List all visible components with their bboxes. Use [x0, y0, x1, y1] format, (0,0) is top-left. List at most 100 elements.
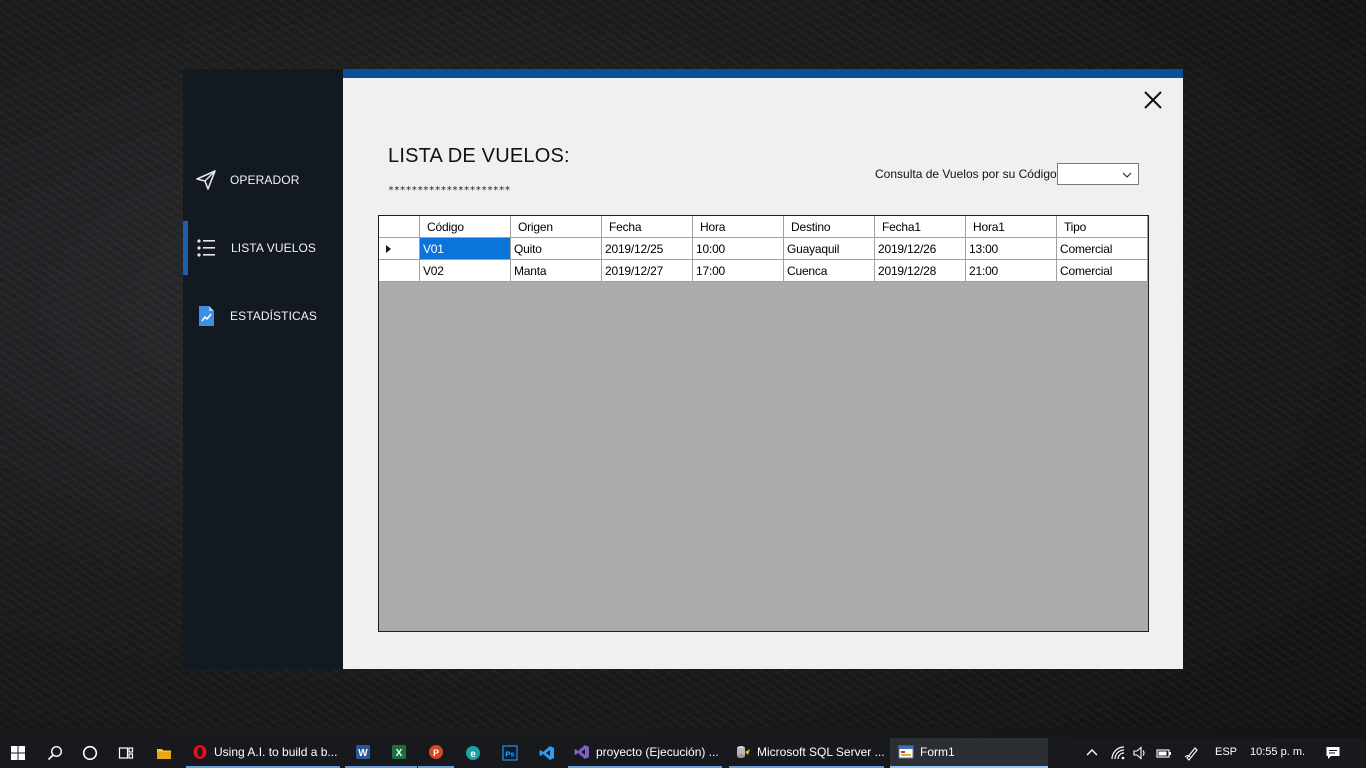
edge-icon: e — [466, 746, 480, 760]
taskbar-app-visual-studio[interactable]: proyecto (Ejecución) ... — [568, 738, 722, 768]
taskbar-app-label: Using A.I. to build a b... — [214, 745, 338, 759]
tray-clock[interactable]: 10:55 p. m. — [1250, 746, 1305, 758]
taskbar-app-label: Form1 — [920, 745, 955, 759]
cortana-circle-icon — [82, 745, 98, 761]
opera-icon — [193, 745, 207, 759]
word-icon: W — [356, 745, 370, 759]
table-cell[interactable]: 2019/12/27 — [602, 260, 693, 282]
close-icon[interactable] — [1142, 89, 1164, 111]
taskbar-app-form1[interactable]: Form1 — [890, 738, 1048, 768]
table-cell[interactable]: 21:00 — [966, 260, 1057, 282]
sidebar-item-label: OPERADOR — [230, 173, 300, 187]
column-header-codigo[interactable]: Código — [420, 216, 511, 238]
powerpoint-icon: P — [429, 745, 443, 759]
table-row[interactable]: V01 Quito 2019/12/25 10:00 Guayaquil 201… — [379, 238, 1148, 260]
tray-overflow-button[interactable] — [1082, 738, 1102, 768]
taskbar: Using A.I. to build a b... W X P e Ps pr… — [0, 738, 1366, 768]
flight-code-select[interactable] — [1057, 163, 1139, 185]
folder-icon — [157, 749, 171, 759]
notification-icon — [1326, 747, 1340, 759]
table-cell[interactable]: Comercial — [1057, 238, 1148, 260]
table-cell[interactable]: Guayaquil — [784, 238, 875, 260]
windows-logo-icon — [11, 746, 25, 760]
paper-plane-icon — [196, 170, 216, 190]
file-explorer-button[interactable] — [146, 738, 182, 768]
taskbar-app-opera[interactable]: Using A.I. to build a b... — [186, 738, 340, 768]
column-header-hora[interactable]: Hora — [693, 216, 784, 238]
svg-text:Ps: Ps — [505, 750, 514, 759]
table-cell[interactable]: Comercial — [1057, 260, 1148, 282]
title-accent-bar — [343, 69, 1183, 78]
row-selector[interactable] — [379, 238, 420, 260]
search-icon — [47, 745, 63, 761]
taskbar-app-edge[interactable]: e — [455, 738, 491, 768]
chevron-up-icon — [1086, 749, 1098, 756]
search-button[interactable] — [37, 738, 73, 768]
column-header-fecha[interactable]: Fecha — [602, 216, 693, 238]
list-icon — [197, 239, 215, 257]
table-cell[interactable]: V02 — [420, 260, 511, 282]
table-cell[interactable]: 17:00 — [693, 260, 784, 282]
task-view-button[interactable] — [108, 738, 144, 768]
sidebar-item-label: LISTA VUELOS — [231, 241, 317, 255]
page-title: LISTA DE VUELOS: — [388, 145, 570, 167]
taskbar-app-label: Microsoft SQL Server ... — [757, 745, 885, 759]
sql-server-icon — [737, 746, 750, 758]
stats-document-icon — [199, 306, 214, 326]
grid-header-row: Código Origen Fecha Hora Destino Fecha1 … — [379, 216, 1148, 238]
taskbar-app-photoshop[interactable]: Ps — [492, 738, 528, 768]
taskbar-app-excel[interactable]: X — [381, 738, 417, 768]
table-cell[interactable]: Quito — [511, 238, 602, 260]
column-header-origen[interactable]: Origen — [511, 216, 602, 238]
cortana-button[interactable] — [72, 738, 108, 768]
table-cell[interactable]: Manta — [511, 260, 602, 282]
table-cell[interactable]: 13:00 — [966, 238, 1057, 260]
column-header-tipo[interactable]: Tipo — [1057, 216, 1148, 238]
taskbar-app-vscode[interactable] — [529, 738, 565, 768]
sidebar-item-estadisticas[interactable]: ESTADÍSTICAS — [183, 289, 343, 343]
form-icon — [898, 745, 914, 759]
pen-ink-icon — [1184, 747, 1198, 761]
column-header-destino[interactable]: Destino — [784, 216, 875, 238]
column-header-fecha1[interactable]: Fecha1 — [875, 216, 966, 238]
taskbar-app-word[interactable]: W — [345, 738, 381, 768]
table-cell[interactable]: 10:00 — [693, 238, 784, 260]
start-button[interactable] — [0, 738, 36, 768]
tray-volume-button[interactable] — [1130, 738, 1150, 768]
taskbar-app-label: proyecto (Ejecución) ... — [596, 745, 719, 759]
sidebar-item-label: ESTADÍSTICAS — [230, 309, 317, 323]
tray-network-button[interactable] — [1108, 738, 1128, 768]
taskbar-app-powerpoint[interactable]: P — [418, 738, 454, 768]
table-cell[interactable]: 2019/12/28 — [875, 260, 966, 282]
table-cell[interactable]: V01 — [420, 238, 511, 260]
sidebar-item-lista-vuelos[interactable]: LISTA VUELOS — [183, 221, 343, 275]
svg-text:W: W — [358, 748, 368, 759]
row-selector[interactable] — [379, 260, 420, 282]
excel-icon: X — [392, 745, 406, 759]
column-header-hora1[interactable]: Hora1 — [966, 216, 1057, 238]
battery-icon — [1156, 749, 1171, 758]
photoshop-icon: Ps — [502, 745, 518, 761]
task-view-icon — [118, 747, 134, 759]
tray-language[interactable]: ESP — [1215, 746, 1237, 758]
grid-corner-cell — [379, 216, 420, 238]
flights-grid[interactable]: Código Origen Fecha Hora Destino Fecha1 … — [378, 215, 1149, 632]
table-cell[interactable]: Cuenca — [784, 260, 875, 282]
title-decoration: ********************* — [388, 185, 511, 196]
vscode-icon — [539, 746, 554, 760]
taskbar-app-sql-server[interactable]: Microsoft SQL Server ... — [729, 738, 885, 768]
query-label: Consulta de Vuelos por su Código: — [875, 167, 1061, 181]
table-row[interactable]: V02 Manta 2019/12/27 17:00 Cuenca 2019/1… — [379, 260, 1148, 282]
table-cell[interactable]: 2019/12/26 — [875, 238, 966, 260]
sidebar-item-operador[interactable]: OPERADOR — [183, 153, 343, 207]
main-panel: LISTA DE VUELOS: ********************* C… — [343, 69, 1183, 669]
sidebar: OPERADOR LISTA VUELOS ESTADÍSTICAS — [183, 69, 343, 669]
current-row-arrow-icon — [386, 245, 391, 253]
tray-pen-button[interactable] — [1182, 738, 1202, 768]
svg-text:X: X — [396, 748, 403, 759]
speaker-icon — [1133, 746, 1145, 760]
table-cell[interactable]: 2019/12/25 — [602, 238, 693, 260]
action-center-button[interactable] — [1318, 738, 1348, 768]
app-window: OPERADOR LISTA VUELOS ESTADÍSTICAS LISTA… — [183, 69, 1183, 669]
tray-battery-button[interactable] — [1154, 738, 1174, 768]
